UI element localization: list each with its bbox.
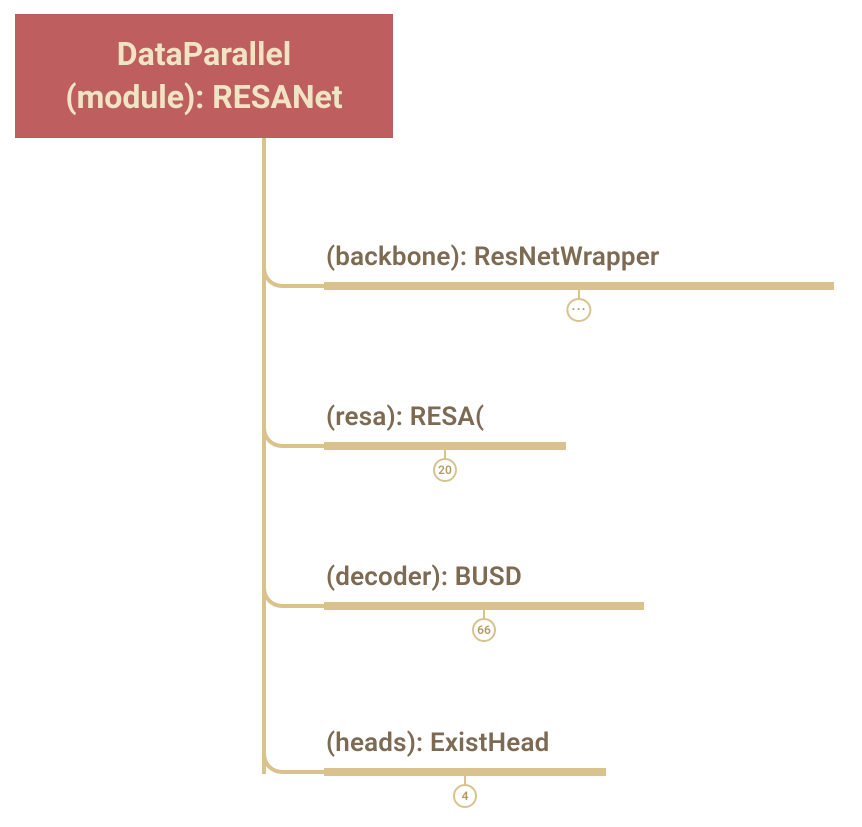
branch-connector bbox=[262, 734, 326, 774]
branch-connector bbox=[262, 408, 326, 448]
root-line1: DataParallel bbox=[117, 35, 291, 73]
count-badge[interactable]: 66 bbox=[472, 618, 496, 642]
ellipsis-icon[interactable]: ··· bbox=[566, 298, 591, 322]
branch-connector bbox=[262, 568, 326, 608]
branch-bar-wrap: ··· bbox=[324, 282, 834, 290]
root-line2: (module): RESANet bbox=[65, 78, 342, 116]
count-badge[interactable]: 4 bbox=[453, 784, 477, 808]
count-badge[interactable]: 20 bbox=[433, 458, 457, 482]
root-node[interactable]: DataParallel (module): RESANet bbox=[15, 14, 393, 138]
branch-bar-wrap: 66 bbox=[324, 602, 644, 610]
branch-label: (resa): RESA( bbox=[326, 402, 484, 432]
branch-label: (decoder): BUSD bbox=[326, 562, 522, 592]
branch-label: (heads): ExistHead bbox=[326, 728, 549, 758]
branch-bar-wrap: 20 bbox=[324, 442, 566, 450]
root-title: DataParallel (module): RESANet bbox=[65, 33, 342, 119]
branch-label: (backbone): ResNetWrapper bbox=[326, 242, 659, 272]
branch-bar-wrap: 4 bbox=[324, 768, 606, 776]
tree-trunk bbox=[262, 138, 266, 774]
branch-connector bbox=[262, 248, 326, 288]
